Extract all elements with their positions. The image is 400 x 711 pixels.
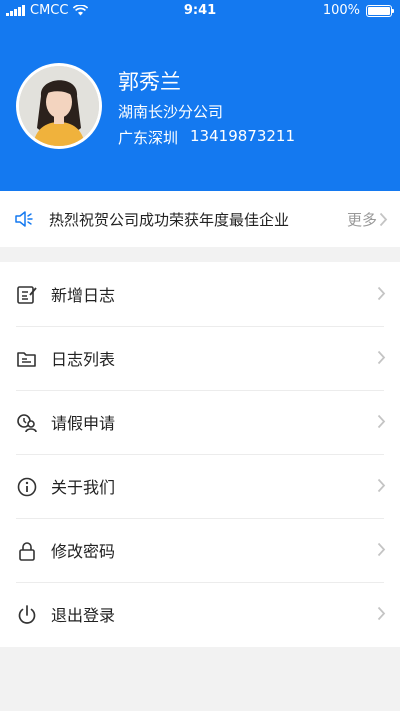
settings-menu: 新增日志 日志列表 请假申请 关于我们 修改密码 退出登录 <box>0 262 400 647</box>
folder-icon <box>17 352 36 367</box>
chevron-right-icon <box>377 606 386 621</box>
menu-label: 日志列表 <box>51 350 116 369</box>
edit-log-icon <box>17 286 37 304</box>
menu-label: 请假申请 <box>51 414 116 433</box>
profile-header: CMCC 9:41 100% 郭秀兰 湖南长沙分公司 广东深圳 13419873… <box>0 0 400 191</box>
menu-label: 退出登录 <box>51 606 116 625</box>
status-bar: CMCC 9:41 100% <box>0 0 400 22</box>
menu-label: 新增日志 <box>51 286 116 305</box>
power-icon <box>18 605 36 624</box>
menu-label: 修改密码 <box>51 542 116 561</box>
battery-percent: 100% <box>322 3 360 18</box>
profile-phone: 13419873211 <box>190 127 295 145</box>
chevron-right-icon <box>377 478 386 493</box>
profile-name: 郭秀兰 <box>118 70 181 94</box>
leave-request-icon <box>17 414 37 433</box>
avatar-photo <box>19 66 99 146</box>
profile-location: 广东深圳 <box>118 129 179 147</box>
menu-item-leave-request[interactable]: 请假申请 <box>0 390 400 454</box>
menu-item-logout[interactable]: 退出登录 <box>0 582 400 646</box>
battery-icon <box>366 4 394 17</box>
lock-icon <box>19 542 35 561</box>
avatar[interactable] <box>16 63 102 149</box>
profile-contact: 广东深圳 13419873211 <box>118 127 295 148</box>
menu-item-change-password[interactable]: 修改密码 <box>0 518 400 582</box>
info-icon <box>17 477 37 497</box>
notice-text: 热烈祝贺公司成功荣获年度最佳企业 <box>49 211 290 229</box>
chevron-right-icon <box>377 414 386 429</box>
menu-item-log-list[interactable]: 日志列表 <box>0 326 400 390</box>
notice-more-link[interactable]: 更多 <box>347 209 388 230</box>
notice-bar[interactable]: 热烈祝贺公司成功荣获年度最佳企业 更多 <box>0 191 400 247</box>
menu-label: 关于我们 <box>51 478 116 497</box>
chevron-right-icon <box>379 212 388 227</box>
chevron-right-icon <box>377 286 386 301</box>
menu-item-about-us[interactable]: 关于我们 <box>0 454 400 518</box>
speaker-icon <box>15 211 33 227</box>
status-right: 100% <box>322 3 394 18</box>
profile-company: 湖南长沙分公司 <box>118 103 224 121</box>
notice-more-label: 更多 <box>346 211 377 229</box>
chevron-right-icon <box>377 350 386 365</box>
chevron-right-icon <box>377 542 386 557</box>
menu-item-add-log[interactable]: 新增日志 <box>0 262 400 326</box>
